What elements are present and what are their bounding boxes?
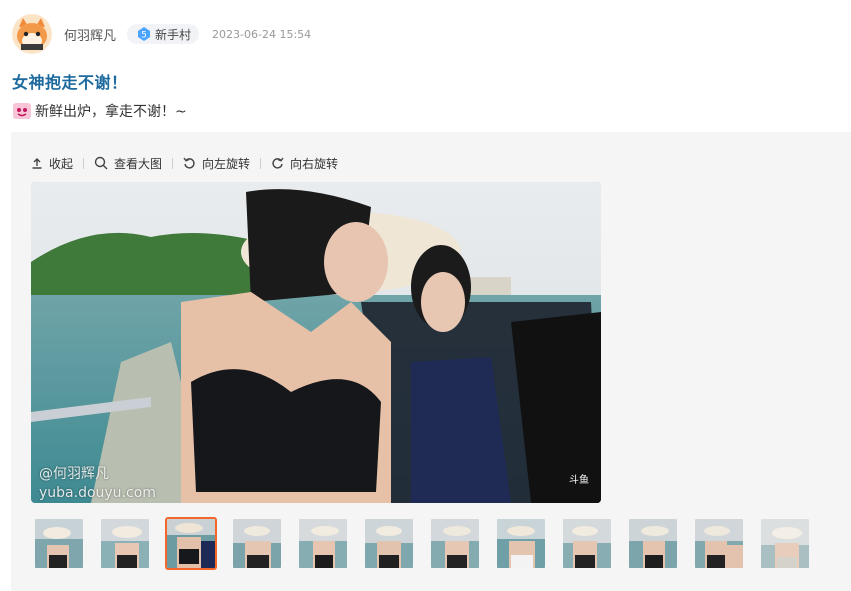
douyu-logo: 斗鱼 xyxy=(569,475,589,486)
watermark-user: @何羽辉凡 xyxy=(39,466,109,482)
thumbnail[interactable] xyxy=(363,517,415,570)
thumbnail[interactable] xyxy=(99,517,151,570)
post-header: 何羽辉凡 5 新手村 2023-06-24 15:54 xyxy=(12,14,311,54)
thumbnail[interactable] xyxy=(297,517,349,570)
post-timestamp: 2023-06-24 15:54 xyxy=(212,27,312,41)
view-large-button[interactable]: 查看大图 xyxy=(94,155,162,172)
rotate-right-label: 向右旋转 xyxy=(290,156,339,171)
rotate-left-label: 向左旋转 xyxy=(202,156,251,171)
toolbar-divider xyxy=(260,157,262,169)
thumbnail[interactable] xyxy=(33,517,85,570)
post-title[interactable]: 女神抱走不谢！ xyxy=(12,69,128,93)
level-badge: 5 新手村 xyxy=(127,24,200,44)
thumbnail[interactable] xyxy=(231,517,283,570)
emoji-icon xyxy=(12,101,34,121)
post-body-text: 新鲜出炉，拿走不谢！~ xyxy=(35,104,187,120)
rotate-left-button[interactable]: 向左旋转 xyxy=(183,155,250,172)
gallery-toolbar: 收起 查看大图 向左旋转 向右旋转 xyxy=(31,154,338,172)
rotate-right-button[interactable]: 向右旋转 xyxy=(271,155,338,172)
thumbnail[interactable] xyxy=(759,517,811,570)
magnifier-icon xyxy=(94,156,108,170)
thumbnail-strip xyxy=(33,517,811,570)
thumbnail-active[interactable] xyxy=(165,517,217,570)
username[interactable]: 何羽辉凡 xyxy=(64,25,116,44)
thumbnail[interactable] xyxy=(627,517,679,570)
user-avatar[interactable] xyxy=(12,14,52,54)
diamond-level-icon: 5 xyxy=(136,26,152,42)
main-photo[interactable]: @何羽辉凡 yuba.douyu.com 斗鱼 xyxy=(31,182,601,503)
rotate-right-icon xyxy=(272,157,284,169)
thumbnail[interactable] xyxy=(495,517,547,570)
image-gallery: 收起 查看大图 向左旋转 向右旋转 @何羽辉凡 yuba.douyu.com 斗… xyxy=(11,132,851,591)
collapse-label: 收起 xyxy=(49,156,74,171)
thumbnail[interactable] xyxy=(561,517,613,570)
level-number: 5 xyxy=(141,31,147,41)
toolbar-divider xyxy=(172,157,174,169)
collapse-button[interactable]: 收起 xyxy=(31,155,73,172)
thumbnail[interactable] xyxy=(693,517,745,570)
upload-arrow-icon xyxy=(32,158,42,169)
view-large-label: 查看大图 xyxy=(114,156,163,171)
toolbar-divider xyxy=(83,157,85,169)
post-body: 新鲜出炉，拿走不谢！~ xyxy=(12,101,187,121)
rotate-left-icon xyxy=(183,157,195,169)
level-label: 新手村 xyxy=(155,27,192,42)
watermark-site: yuba.douyu.com xyxy=(39,485,156,501)
thumbnail[interactable] xyxy=(429,517,481,570)
